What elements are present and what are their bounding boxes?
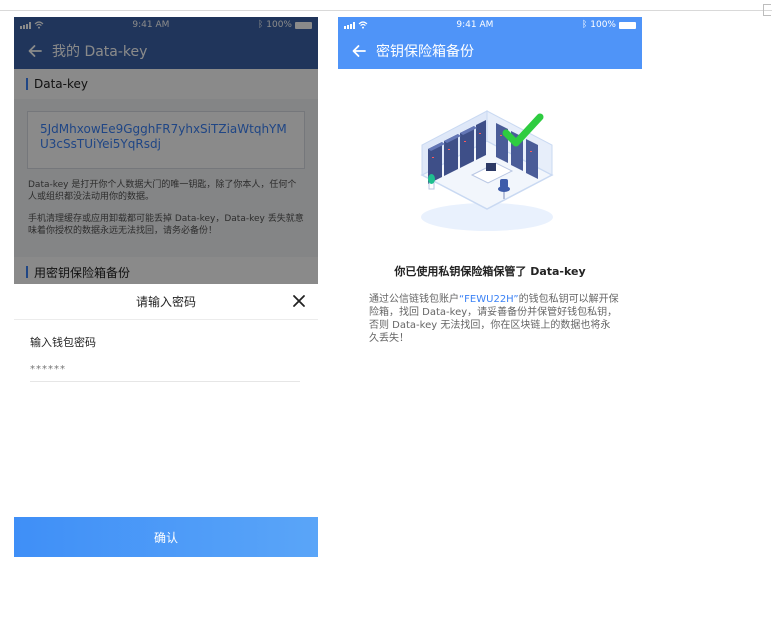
server-room-illustration <box>420 110 554 231</box>
right-screen: 9:41 AM ᛒ 100% 密钥保险箱备份 你已使用私钥保险箱保管了 Data… <box>338 17 642 557</box>
back-arrow-icon[interactable] <box>350 42 368 60</box>
close-icon[interactable] <box>292 294 306 308</box>
backup-description: 通过公信链钱包账户“FEWU22H”的钱包私钥可以解开保险箱，找回 Data-k… <box>369 293 619 345</box>
page-title: 密钥保险箱备份 <box>376 44 474 60</box>
nav-bar: 密钥保险箱备份 <box>338 33 642 69</box>
bluetooth-icon: ᛒ <box>581 20 588 30</box>
signal-icon <box>344 21 355 29</box>
confirm-button[interactable]: 确认 <box>14 517 318 557</box>
password-input[interactable] <box>30 358 300 382</box>
wallet-account: “FEWU22H” <box>459 294 519 305</box>
wifi-icon <box>358 21 368 29</box>
battery-icon <box>618 21 636 29</box>
corner-mark <box>763 4 771 16</box>
battery-text: 100% <box>590 20 616 30</box>
dialog-title: 请输入密码 <box>135 295 196 309</box>
desc-prefix: 通过公信链钱包账户 <box>369 294 459 305</box>
status-bar: 9:41 AM ᛒ 100% <box>338 17 642 33</box>
status-time: 9:41 AM <box>456 20 494 30</box>
left-screen: 9:41 AM ᛒ 100% 我的 Data-key Data-key 5JdM… <box>14 17 318 557</box>
password-label: 输入钱包密码 <box>30 336 96 349</box>
status-headline: 你已使用私钥保险箱保管了 Data-key <box>394 265 586 278</box>
dialog-header: 请输入密码 <box>14 284 318 320</box>
password-dialog: 请输入密码 输入钱包密码 确认 <box>14 284 318 557</box>
page-divider <box>0 10 772 11</box>
modal-overlay[interactable] <box>14 17 318 285</box>
